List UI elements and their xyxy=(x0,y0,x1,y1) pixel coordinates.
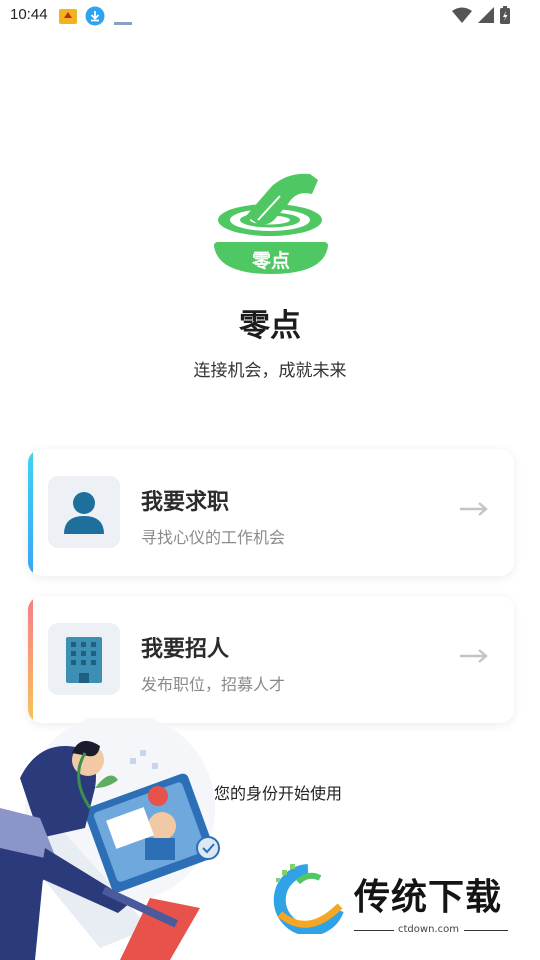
job-seeker-card[interactable]: 我要求职 寻找心仪的工作机会 xyxy=(28,449,514,576)
battery-icon xyxy=(500,6,510,28)
arrow-right-icon xyxy=(460,501,488,521)
signal-icon xyxy=(478,7,494,27)
user-icon xyxy=(48,476,120,548)
logo-text: 零点 xyxy=(251,250,290,272)
office-worker-illustration xyxy=(0,713,240,960)
status-time: 10:44 xyxy=(10,6,48,23)
status-indicators xyxy=(452,6,510,28)
app-subtitle: 连接机会，成就未来 xyxy=(193,361,347,381)
building-icon xyxy=(48,623,120,695)
watermark-divider xyxy=(464,930,508,931)
app-title: 零点 xyxy=(239,308,301,344)
watermark-logo-icon xyxy=(273,864,344,934)
recruiter-card[interactable]: 我要招人 发布职位，招募人才 xyxy=(28,596,514,723)
arrow-right-icon xyxy=(460,648,488,668)
app-notification-icon xyxy=(58,6,78,30)
app-logo: 零点 xyxy=(210,168,332,278)
watermark-divider xyxy=(354,930,394,931)
watermark-text: 传统下载 xyxy=(354,877,503,918)
status-bar: 10:44 xyxy=(0,0,540,32)
download-notification-icon xyxy=(85,6,105,30)
job-seeker-title: 我要求职 xyxy=(141,490,230,515)
wifi-icon xyxy=(452,7,472,27)
small-notification-icon xyxy=(114,12,132,31)
job-seeker-desc: 寻找心仪的工作机会 xyxy=(141,528,286,547)
recruiter-desc: 发布职位，招募人才 xyxy=(141,675,286,694)
watermark: 传统下载 ctdown.com xyxy=(268,862,518,942)
recruiter-title: 我要招人 xyxy=(141,637,230,662)
watermark-url: ctdown.com xyxy=(398,924,459,935)
